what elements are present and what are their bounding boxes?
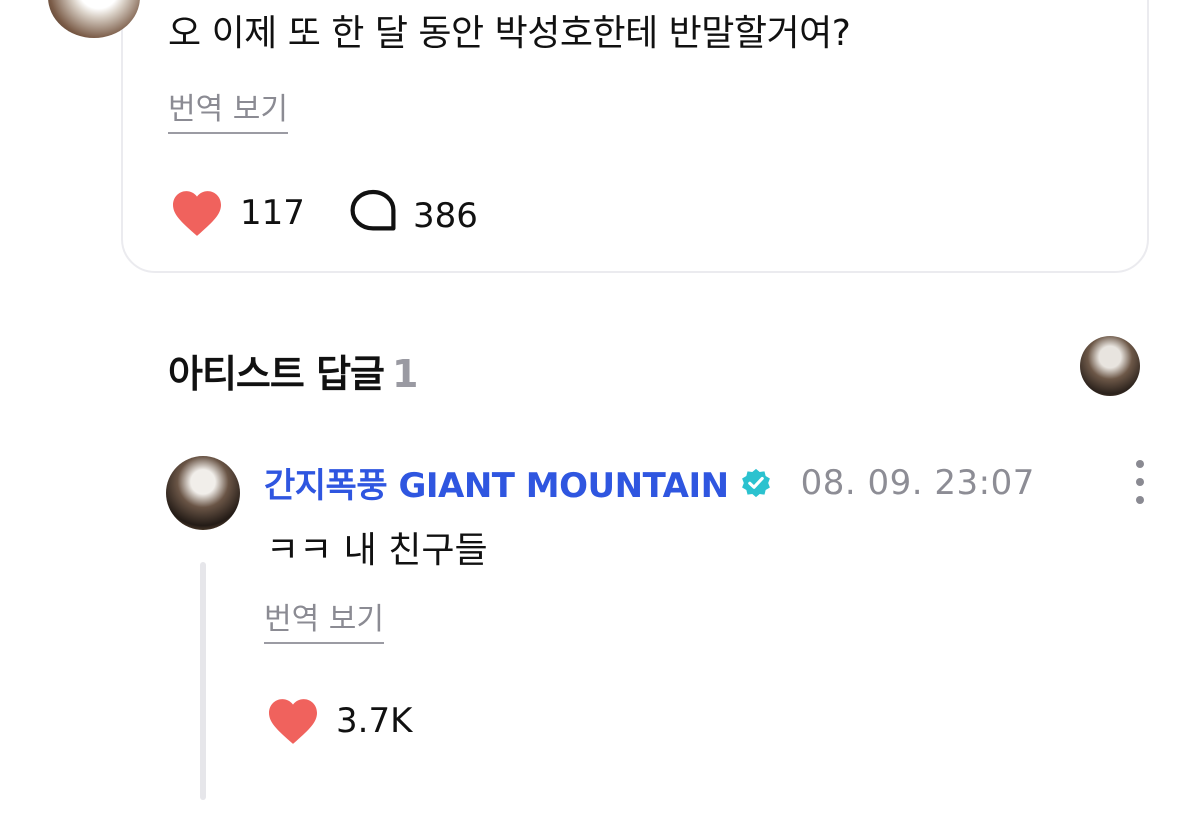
artist-replies-title: 아티스트 답글: [168, 352, 385, 396]
reply-timestamp: 08. 09. 23:07: [800, 462, 1035, 503]
more-vertical-icon[interactable]: [1126, 460, 1154, 504]
heart-icon: [266, 697, 320, 745]
comment-bubble-icon: [349, 189, 397, 242]
artist-replies-heading: 아티스트 답글 1: [168, 343, 418, 398]
artist-avatar[interactable]: [1080, 336, 1140, 396]
verified-badge-icon: [739, 466, 773, 500]
post-comment-button[interactable]: 386: [349, 189, 478, 242]
post-text: 오 이제 또 한 달 동안 박성호한테 반말할거여?: [168, 13, 851, 54]
reply-translate-link[interactable]: 번역 보기: [264, 600, 384, 644]
reply-author-name[interactable]: 간지폭풍 GIANT MOUNTAIN: [264, 458, 729, 507]
comment-thread-view: 오 이제 또 한 달 동안 박성호한테 반말할거여? 번역 보기 117 386…: [0, 0, 1200, 833]
post-translate-link[interactable]: 번역 보기: [168, 90, 288, 134]
more-dot: [1136, 496, 1144, 504]
reply-text: ㅋㅋ 내 친구들: [266, 530, 488, 571]
reply-author-avatar[interactable]: [166, 456, 240, 530]
reply-like-button[interactable]: 3.7K: [266, 697, 412, 745]
post-comment-count: 386: [413, 195, 478, 236]
thread-connector-line: [200, 562, 206, 800]
post-like-count: 117: [240, 193, 305, 233]
more-dot: [1136, 478, 1144, 486]
more-dot: [1136, 460, 1144, 468]
reply-like-count: 3.7K: [336, 701, 413, 741]
artist-replies-count: 1: [392, 352, 418, 396]
heart-icon: [170, 189, 224, 237]
post-like-button[interactable]: 117: [170, 189, 305, 237]
reply-header: 간지폭풍 GIANT MOUNTAIN 08. 09. 23:07: [264, 458, 1035, 507]
